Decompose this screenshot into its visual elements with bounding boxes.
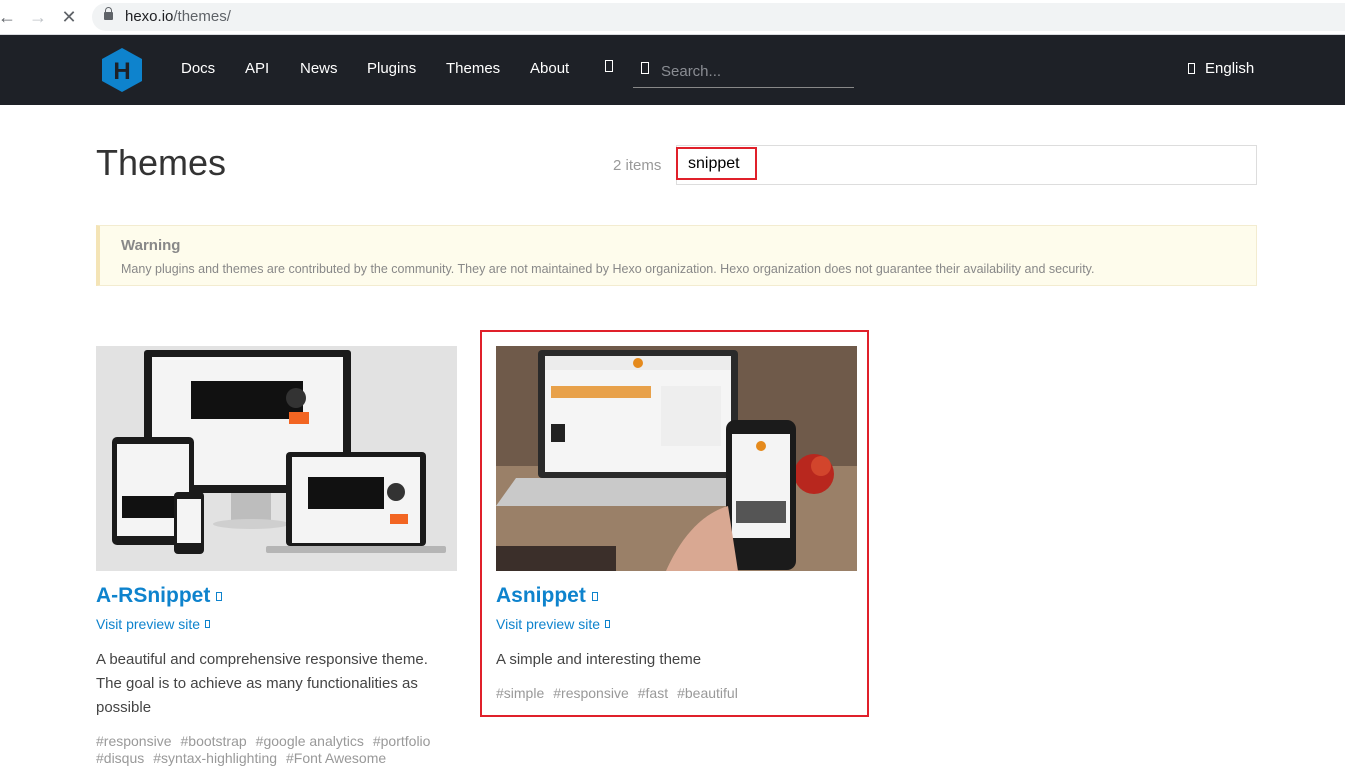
theme-description: A beautiful and comprehensive responsive… xyxy=(96,651,428,716)
github-icon[interactable] xyxy=(605,60,613,72)
globe-icon xyxy=(1188,63,1195,74)
tag[interactable]: #syntax-highlighting xyxy=(153,750,277,766)
page-title: Themes xyxy=(96,142,227,183)
nav-docs[interactable]: Docs xyxy=(181,60,215,77)
theme-filter[interactable] xyxy=(676,145,1257,185)
item-count: 2 items xyxy=(613,157,662,174)
browser-toolbar: ← → ✕ hexo.io/themes/ xyxy=(0,0,1345,35)
theme-card-arsnippet: A-RSnippet Visit preview site A beautifu… xyxy=(96,346,457,766)
card-highlight-box xyxy=(480,330,869,717)
logo-letter: H xyxy=(113,58,130,85)
tag[interactable]: #portfolio xyxy=(373,733,431,749)
tag[interactable]: #responsive xyxy=(96,733,172,749)
nav-about[interactable]: About xyxy=(530,60,569,77)
lock-icon xyxy=(104,7,113,20)
language-label: English xyxy=(1205,60,1255,77)
theme-screenshot-arsnippet[interactable] xyxy=(96,346,457,571)
theme-name-link[interactable]: A-RSnippet xyxy=(96,584,223,608)
nav-api[interactable]: API xyxy=(245,60,269,77)
theme-tags: #responsive #bootstrap #google analytics #p… xyxy=(96,733,457,767)
search-input[interactable] xyxy=(661,60,846,82)
close-icon[interactable]: ✕ xyxy=(58,6,80,28)
language-selector[interactable]: English xyxy=(1188,60,1254,77)
preview-link[interactable]: Visit preview site xyxy=(96,616,211,632)
forward-arrow-icon[interactable]: → xyxy=(27,6,49,28)
site-header: H Docs API News Plugins Themes About Eng… xyxy=(0,35,1345,105)
nav-plugins[interactable]: Plugins xyxy=(367,60,416,77)
tag[interactable]: #Font Awesome xyxy=(286,750,386,766)
warning-text: Many plugins and themes are contributed … xyxy=(121,262,1095,276)
external-link-icon xyxy=(205,620,211,628)
filter-highlight-box xyxy=(676,147,757,180)
tag[interactable]: #disqus xyxy=(96,750,144,766)
preview-label: Visit preview site xyxy=(96,616,201,632)
address-bar[interactable]: hexo.io/themes/ xyxy=(92,3,1345,31)
tag[interactable]: #google analytics xyxy=(256,733,364,749)
site-search[interactable] xyxy=(633,55,854,88)
hexo-logo[interactable]: H xyxy=(100,47,144,93)
search-icon xyxy=(641,62,649,74)
tag[interactable]: #bootstrap xyxy=(181,733,247,749)
back-arrow-icon[interactable]: ← xyxy=(0,6,18,28)
external-link-icon xyxy=(216,592,223,601)
nav-themes[interactable]: Themes xyxy=(446,60,500,77)
warning-title: Warning xyxy=(121,237,181,254)
nav-news[interactable]: News xyxy=(300,60,338,77)
warning-note: Warning Many plugins and themes are cont… xyxy=(96,225,1257,286)
theme-filter-input[interactable] xyxy=(688,155,1188,173)
theme-name: A-RSnippet xyxy=(96,584,211,607)
url-text: hexo.io/themes/ xyxy=(125,8,231,25)
